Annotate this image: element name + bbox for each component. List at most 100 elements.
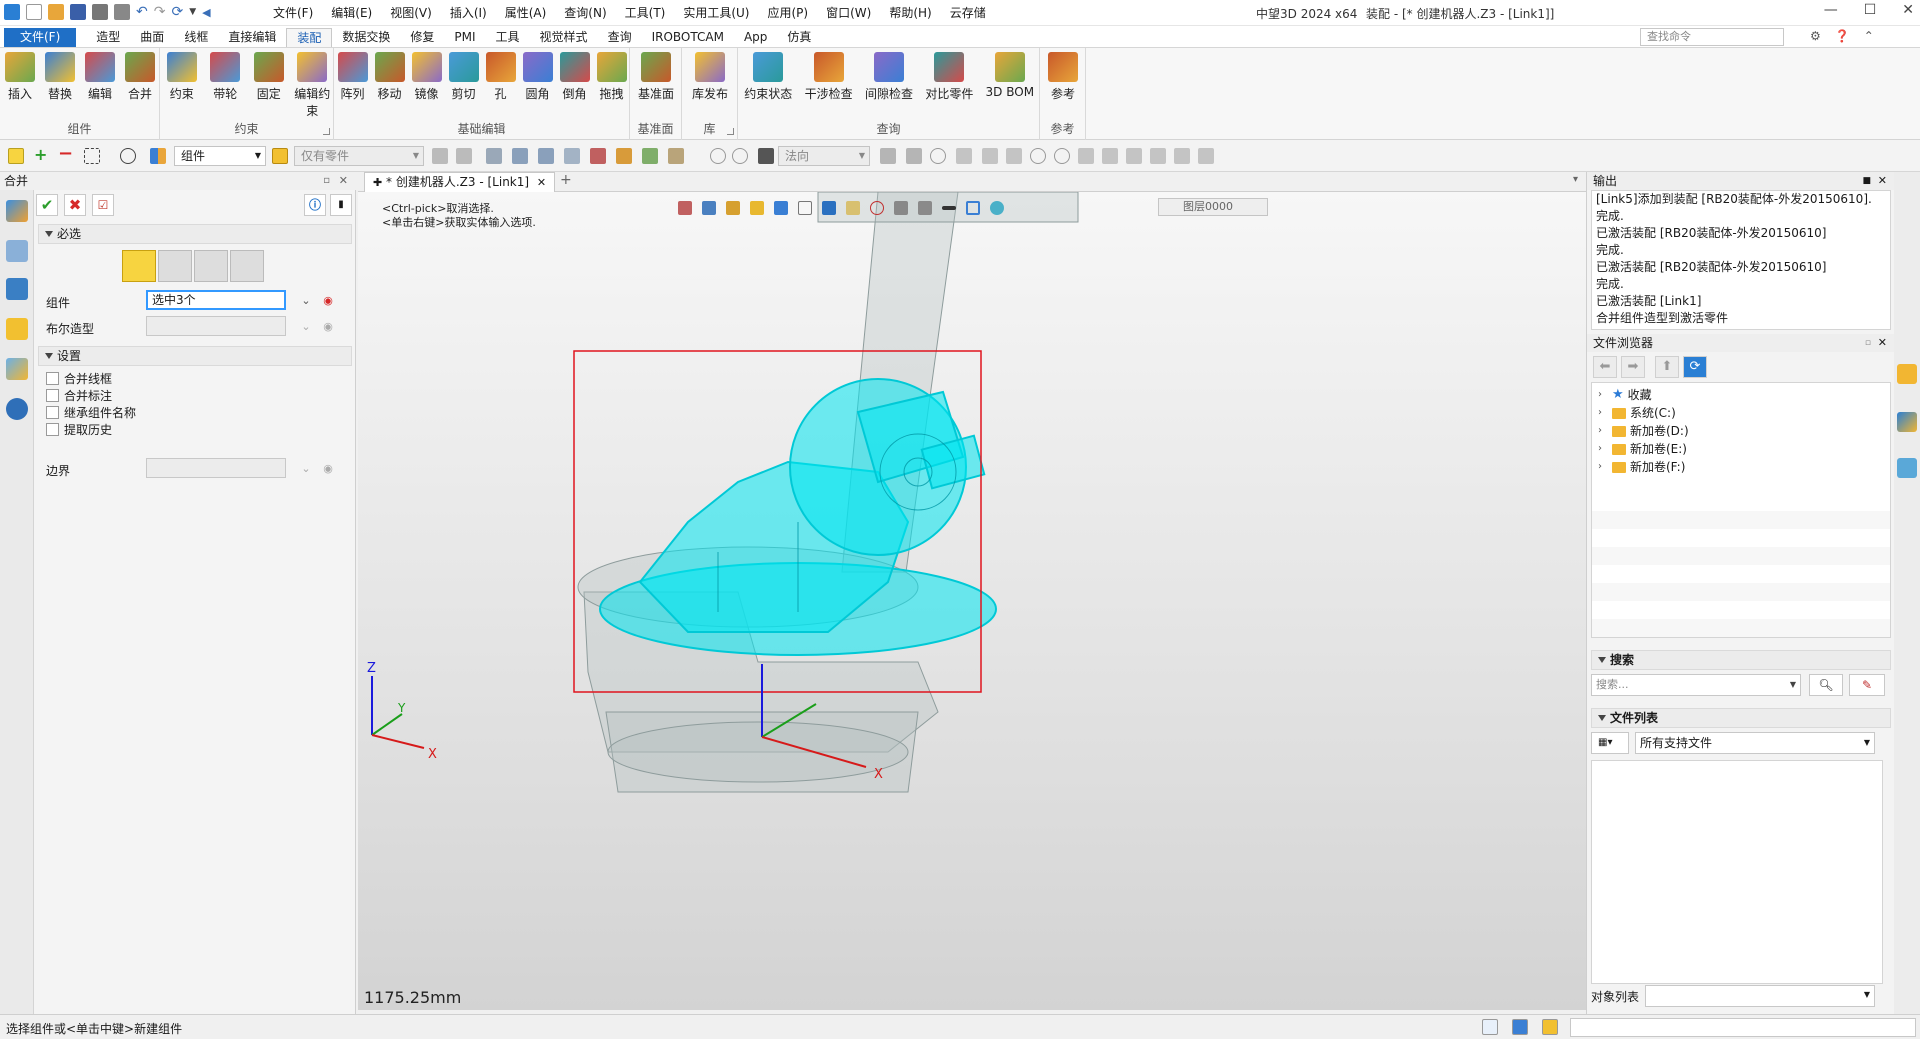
ribbon-tab-6[interactable]: 数据交换 xyxy=(332,28,400,47)
boundary-dropdown-icon[interactable]: ⌄ xyxy=(300,463,312,475)
layer-select[interactable]: 图层0000 xyxy=(1158,198,1268,216)
boolean-pick-icon[interactable]: ◉ xyxy=(322,321,334,333)
view-bg-icon[interactable] xyxy=(918,201,932,215)
ribbon-button-2-0[interactable]: 阵列 xyxy=(334,52,371,102)
target-icon[interactable] xyxy=(710,148,726,164)
panel-pin-icon[interactable]: ▫ xyxy=(323,172,330,190)
ribbon-button-0-2[interactable]: 编辑 xyxy=(80,52,120,102)
view-section-icon[interactable] xyxy=(894,201,908,215)
layer-tab-icon[interactable] xyxy=(1897,458,1917,478)
file-list-section[interactable]: 文件列表 xyxy=(1591,708,1891,728)
command-search-input[interactable]: 查找命令 xyxy=(1640,28,1784,46)
file-list[interactable] xyxy=(1591,760,1883,984)
menu-10[interactable]: 帮助(H) xyxy=(880,4,940,22)
select-pointer-icon[interactable] xyxy=(8,148,24,164)
curve-icon[interactable] xyxy=(1078,148,1094,164)
ribbon-button-3-0[interactable]: 基准面 xyxy=(630,52,682,102)
redo-icon[interactable]: ↷ xyxy=(154,4,166,20)
component-dropdown-icon[interactable]: ⌄ xyxy=(300,295,312,307)
status-icon-3[interactable] xyxy=(1542,1019,1558,1035)
ribbon-button-5-3[interactable]: 对比零件 xyxy=(919,52,979,102)
ribbon-tab-14[interactable]: 仿真 xyxy=(777,28,821,47)
merge-type-3-icon[interactable] xyxy=(194,250,228,282)
sync-icon[interactable]: ⟳ xyxy=(1683,356,1707,378)
user-icon[interactable] xyxy=(6,398,28,420)
print-icon[interactable] xyxy=(92,4,108,20)
ribbon-tab-12[interactable]: IROBOTCAM xyxy=(642,28,734,47)
ribbon-tab-4[interactable]: 直接编辑 xyxy=(218,28,286,47)
checkbox-0[interactable] xyxy=(46,372,59,385)
ribbon-button-5-4[interactable]: 3D BOM xyxy=(980,52,1040,99)
new-file-icon[interactable] xyxy=(26,4,42,20)
snap-icon-8[interactable] xyxy=(668,148,684,164)
circle-2-icon[interactable] xyxy=(1054,148,1070,164)
tab-close-icon[interactable]: ✕ xyxy=(537,176,546,189)
circle-icon[interactable] xyxy=(1030,148,1046,164)
filter-select[interactable]: 组件 ▼ xyxy=(174,146,266,166)
direction-select[interactable]: 法向 ▼ xyxy=(778,146,870,166)
file-browser-tab-icon[interactable] xyxy=(1897,364,1917,384)
ribbon-tab-7[interactable]: 修复 xyxy=(400,28,444,47)
open-folder-icon[interactable] xyxy=(48,4,64,20)
line-icon[interactable] xyxy=(982,148,998,164)
model-canvas[interactable]: X Z Y X xyxy=(358,192,1586,1010)
menu-9[interactable]: 窗口(W) xyxy=(817,4,880,22)
snap-icon-5[interactable] xyxy=(590,148,606,164)
view-display-icon[interactable] xyxy=(822,201,836,215)
file-type-select[interactable]: 所有支持文件 ▼ xyxy=(1635,732,1875,754)
ribbon-button-1-2[interactable]: 固定 xyxy=(247,52,291,102)
ribbon-button-2-1[interactable]: 移动 xyxy=(371,52,408,102)
part-filter-icon[interactable] xyxy=(272,148,288,164)
scope-select[interactable]: 仅有零件 ▼ xyxy=(294,146,424,166)
object-list-select[interactable]: ▼ xyxy=(1645,985,1875,1007)
3d-viewport[interactable]: X Z Y X <Ctrl-pick>取消选择. <单击右键>获取实体输入选项. xyxy=(358,192,1586,1010)
group-launcher-icon[interactable] xyxy=(323,128,330,135)
tool-icon-c[interactable] xyxy=(956,148,972,164)
component-pick-icon[interactable]: ◉ xyxy=(322,295,334,307)
new-tab-icon[interactable]: + xyxy=(560,172,572,188)
ribbon-button-4-0[interactable]: 库发布 xyxy=(682,52,738,102)
ribbon-tab-3[interactable]: 线框 xyxy=(174,28,218,47)
menu-11[interactable]: 云存储 xyxy=(941,4,995,22)
app-logo-icon[interactable] xyxy=(4,4,20,20)
snap-icon-3[interactable] xyxy=(538,148,554,164)
view-pen-icon[interactable] xyxy=(726,201,740,215)
save-icon[interactable] xyxy=(70,4,86,20)
structure-icon[interactable] xyxy=(6,278,28,300)
browser-pin-icon[interactable]: ▫ xyxy=(1865,334,1871,352)
section-settings[interactable]: 设置 xyxy=(38,346,352,366)
group-launcher-icon[interactable] xyxy=(727,128,734,135)
menu-1[interactable]: 编辑(E) xyxy=(322,4,381,22)
view-wireframe-icon[interactable] xyxy=(798,201,812,215)
section-required[interactable]: 必选 xyxy=(38,224,352,244)
merge-type-4-icon[interactable] xyxy=(230,250,264,282)
panel-menu-button[interactable]: ▮ xyxy=(330,194,352,216)
ribbon-button-0-1[interactable]: 替换 xyxy=(40,52,80,102)
menu-2[interactable]: 视图(V) xyxy=(381,4,441,22)
part-tab-icon[interactable] xyxy=(1897,412,1917,432)
view-render-icon[interactable] xyxy=(846,201,860,215)
menu-3[interactable]: 插入(I) xyxy=(441,4,496,22)
ribbon-minimize-icon[interactable]: ⌃ xyxy=(1864,29,1874,43)
ribbon-tab-9[interactable]: 工具 xyxy=(486,28,530,47)
stop-icon[interactable] xyxy=(758,148,774,164)
checkbox-2[interactable] xyxy=(46,406,59,419)
tab-list-icon[interactable]: ▾ xyxy=(1573,174,1578,185)
part-library-icon[interactable] xyxy=(6,318,28,340)
history-tree-icon[interactable] xyxy=(6,240,28,262)
add-plus-icon[interactable]: + xyxy=(34,147,50,164)
tree-item[interactable]: › 新加卷(E:) xyxy=(1598,441,1687,457)
back-icon[interactable]: ⬅ xyxy=(1593,356,1617,378)
view-manager-icon[interactable] xyxy=(6,358,28,380)
ribbon-button-2-4[interactable]: 孔 xyxy=(482,52,519,102)
minimize-icon[interactable]: — xyxy=(1824,2,1838,18)
surface-icon[interactable] xyxy=(1174,148,1190,164)
back-arrow-icon[interactable]: ◀ xyxy=(202,6,210,19)
play-icon[interactable] xyxy=(930,148,946,164)
filter-option-icon[interactable] xyxy=(432,148,448,164)
merge-type-2-icon[interactable] xyxy=(158,250,192,282)
ribbon-button-2-3[interactable]: 剪切 xyxy=(445,52,482,102)
ribbon-button-5-1[interactable]: 干涉检查 xyxy=(798,52,858,102)
expand-chevron-icon[interactable]: › xyxy=(1598,405,1608,421)
snap-icon-7[interactable] xyxy=(642,148,658,164)
